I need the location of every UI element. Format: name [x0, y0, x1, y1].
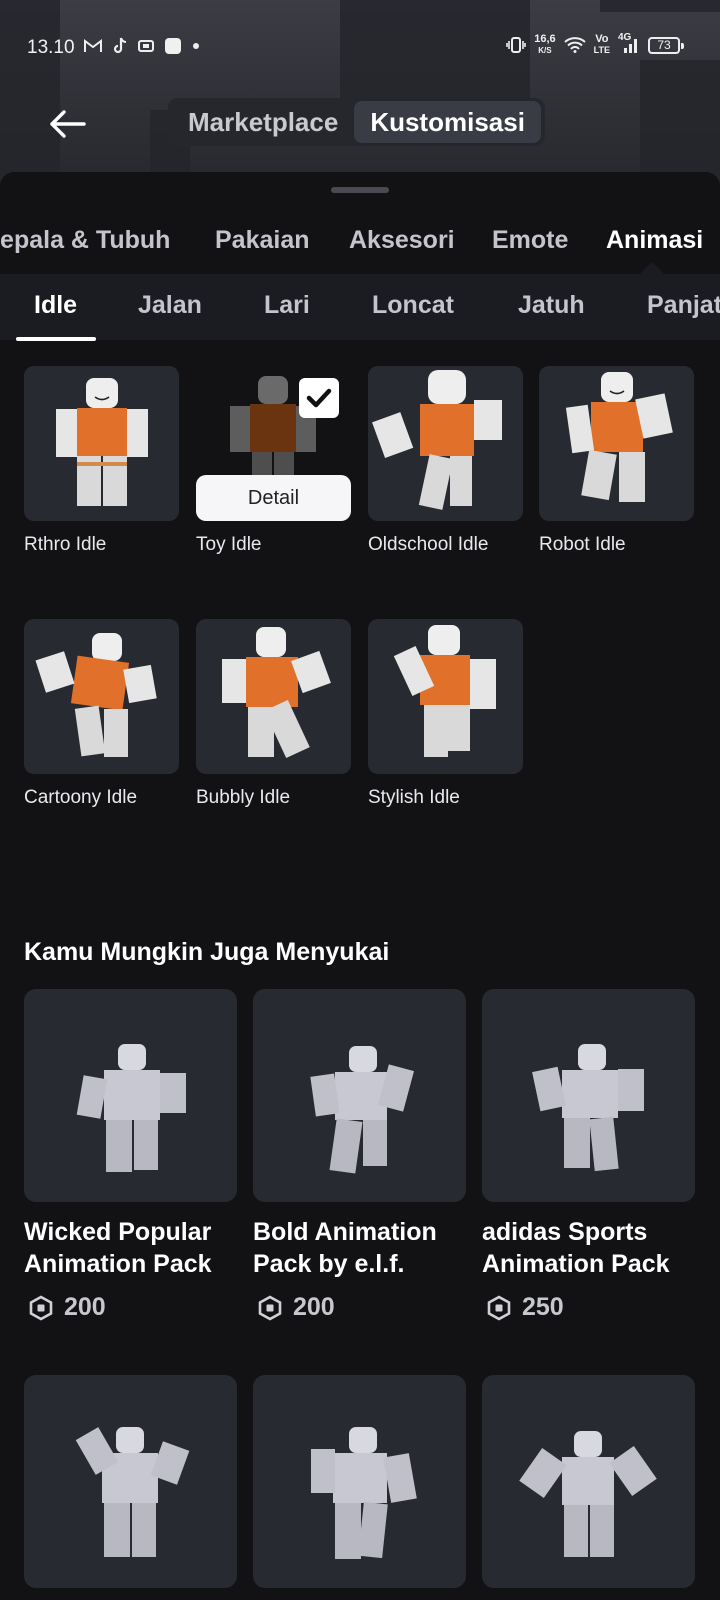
tab-pakaian[interactable]: Pakaian — [215, 226, 310, 255]
cellular-signal-icon: 4G — [618, 32, 640, 54]
robux-icon — [29, 1295, 53, 1320]
item-label: Cartoony Idle — [24, 787, 138, 808]
avatar-thumbnail — [310, 1046, 414, 1174]
equipped-check-icon — [299, 378, 339, 418]
item-label: Stylish Idle — [368, 787, 460, 808]
avatar-thumbnail — [393, 625, 496, 757]
wifi-icon — [563, 37, 586, 53]
robux-icon — [258, 1295, 282, 1320]
tab-kepala-tubuh[interactable]: Kepala & Tubuh — [0, 226, 170, 255]
item-cartoony-idle[interactable] — [24, 619, 179, 774]
recommend-name[interactable]: Bold Animation Pack by e.l.f. — [253, 1216, 468, 1280]
item-label: Bubbly Idle — [196, 787, 291, 808]
sheet-drag-handle[interactable] — [331, 187, 389, 193]
status-time: 13.10 — [27, 37, 75, 58]
recommend-price: 200 — [28, 1293, 106, 1322]
detail-button[interactable]: Detail — [196, 475, 351, 521]
roblox-notification-icon — [164, 37, 182, 55]
avatar-thumbnail — [222, 627, 331, 759]
tab-panjat[interactable]: Panjat — [647, 291, 720, 320]
recommend-card[interactable] — [482, 989, 695, 1202]
avatar-thumbnail — [75, 1427, 190, 1557]
tab-jalan[interactable]: Jalan — [138, 291, 202, 320]
item-robot-idle[interactable] — [539, 366, 694, 521]
volte-indicator: Vo LTE — [593, 33, 610, 56]
active-subtab-indicator — [16, 337, 96, 341]
app-notification-icon — [138, 39, 154, 53]
arrow-left-icon — [50, 110, 86, 138]
avatar-thumbnail — [532, 1044, 644, 1172]
item-label: Rthro Idle — [24, 534, 107, 555]
tab-loncat[interactable]: Loncat — [372, 291, 454, 320]
section-title: Kamu Mungkin Juga Menyukai — [24, 938, 390, 966]
tab-aksesori[interactable]: Aksesori — [349, 226, 455, 255]
gmail-icon — [84, 39, 102, 53]
tab-marketplace[interactable]: Marketplace — [172, 101, 354, 143]
more-notifications-dot-icon — [192, 42, 200, 50]
item-label: Robot Idle — [539, 534, 626, 555]
recommend-card[interactable] — [24, 1375, 237, 1588]
item-stylish-idle[interactable] — [368, 619, 523, 774]
recommend-name[interactable]: adidas Sports Animation Pack — [482, 1216, 697, 1280]
item-label: Toy Idle — [196, 534, 262, 555]
recommend-price: 250 — [486, 1293, 564, 1322]
recommend-card[interactable] — [24, 989, 237, 1202]
category-tabs: Kepala & Tubuh Pakaian Aksesori Emote An… — [0, 216, 720, 272]
subcategory-tabs: Idle Jalan Lari Loncat Jatuh Panjat — [0, 274, 720, 340]
tab-idle[interactable]: Idle — [34, 291, 77, 320]
tab-emote[interactable]: Emote — [492, 226, 568, 255]
avatar-thumbnail — [565, 372, 673, 502]
tab-animasi[interactable]: Animasi — [606, 226, 703, 255]
tiktok-icon — [112, 37, 128, 55]
avatar-thumbnail — [35, 633, 157, 757]
tab-lari[interactable]: Lari — [264, 291, 310, 320]
avatar-thumbnail — [56, 378, 148, 506]
tab-kustomisasi[interactable]: Kustomisasi — [354, 101, 541, 143]
tab-jatuh[interactable]: Jatuh — [518, 291, 585, 320]
avatar-thumbnail — [311, 1427, 417, 1559]
avatar-thumbnail — [372, 370, 502, 510]
recommend-card[interactable] — [482, 1375, 695, 1588]
robux-icon — [487, 1295, 511, 1320]
item-rthro-idle[interactable] — [24, 366, 179, 521]
vibrate-icon — [506, 37, 527, 53]
back-button[interactable] — [48, 104, 88, 144]
active-category-pointer — [640, 262, 664, 274]
recommend-card[interactable] — [253, 989, 466, 1202]
avatar-thumbnail — [76, 1044, 186, 1172]
recommend-card[interactable] — [253, 1375, 466, 1588]
net-speed: 16,6 K/S — [534, 33, 556, 56]
status-bar: 13.10 16,6 K/S Vo LTE 4G 73 — [0, 28, 720, 68]
recommend-price: 200 — [257, 1293, 335, 1322]
recommend-name[interactable]: Wicked Popular Animation Pack — [24, 1216, 239, 1280]
item-label: Oldschool Idle — [368, 534, 489, 555]
item-bubbly-idle[interactable] — [196, 619, 351, 774]
item-oldschool-idle[interactable] — [368, 366, 523, 521]
header-tabs: Marketplace Kustomisasi — [168, 98, 545, 146]
battery-indicator: 73 — [648, 36, 684, 54]
avatar-thumbnail — [519, 1431, 657, 1557]
